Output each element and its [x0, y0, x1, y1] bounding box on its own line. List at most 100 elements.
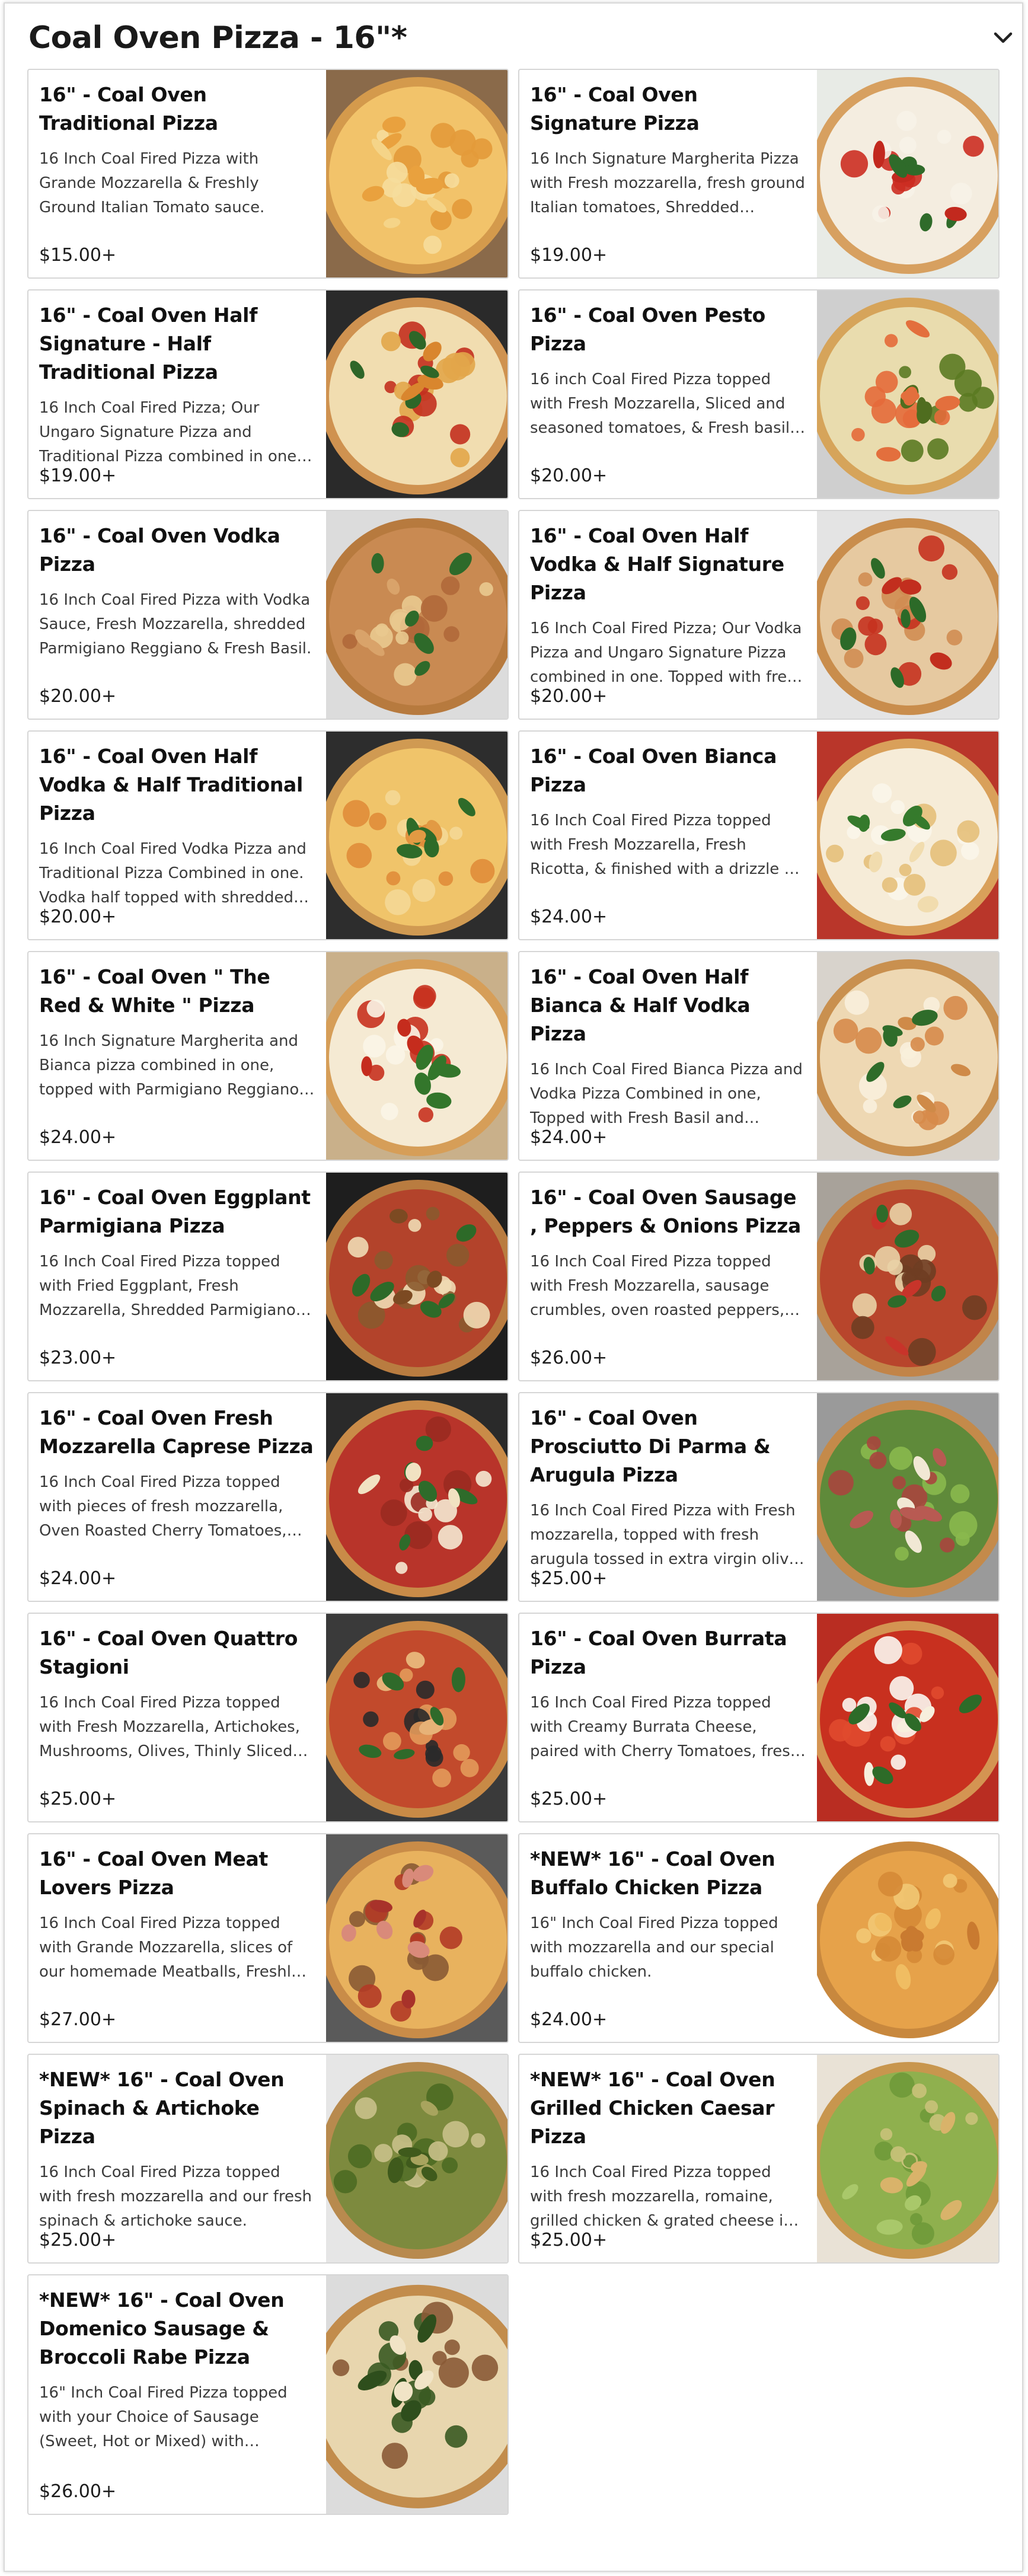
menu-item-details: 16" - Coal Oven Half Bianca & Half Vodka… [530, 963, 806, 1149]
menu-item-card[interactable]: 16" - Coal Oven Quattro Stagioni 16 Inch … [27, 1613, 509, 1822]
menu-item-description: 16 Inch Coal Fired Pizza topped with Fre… [530, 1253, 785, 1319]
pizza-image [326, 291, 507, 498]
menu-item-description: 16 Inch Coal Fired Pizza topped with Cre… [530, 1694, 800, 1760]
menu-item-details: 16" - Coal Oven Meat Lovers Pizza 16 Inch… [39, 1845, 315, 2031]
menu-item-card[interactable]: 16" - Coal Oven Half Vodka & Half Signat… [518, 510, 1000, 720]
menu-item-photo [817, 1834, 998, 2042]
menu-item-price: $25.00+ [39, 2230, 117, 2251]
collapse-button[interactable] [985, 20, 1021, 56]
menu-item-photo [817, 1614, 998, 1821]
menu-item-price: $24.00+ [530, 906, 608, 927]
menu-item-photo [817, 511, 998, 719]
section-title: Coal Oven Pizza - 16"* [28, 20, 407, 56]
menu-item-details: 16" - Coal Oven Signature Pizza 16 Inch S… [530, 81, 806, 267]
menu-item-card[interactable]: 16" - Coal Oven Pesto Pizza 16 inch Coal … [518, 289, 1000, 499]
pizza-image [326, 732, 507, 939]
section-header[interactable]: Coal Oven Pizza - 16"* [28, 14, 1013, 62]
menu-item-price: $24.00+ [39, 1127, 117, 1148]
pizza-image [817, 732, 998, 939]
menu-item-card[interactable]: 16" - Coal Oven Signature Pizza 16 Inch S… [518, 69, 1000, 279]
menu-item-details: 16" - Coal Oven Eggplant Parmigiana Pizz… [39, 1183, 315, 1370]
menu-item-photo [817, 1393, 998, 1601]
menu-item-name: 16" - Coal Oven Eggplant Parmigiana Pizz… [39, 1186, 311, 1237]
menu-item-description: 16 Inch Coal Fired Pizza; Our Ungaro Sig… [39, 399, 302, 465]
menu-item-details: 16" - Coal Oven Traditional Pizza 16 Inch… [39, 81, 315, 267]
menu-item-card[interactable]: 16" - Coal Oven Eggplant Parmigiana Pizz… [27, 1172, 509, 1381]
menu-item-price: $26.00+ [39, 2481, 117, 2502]
pizza-image [817, 2055, 998, 2262]
menu-item-name: 16" - Coal Oven Half Signature - Half Tr… [39, 304, 258, 384]
menu-item-description: 16 Inch Coal Fired Pizza topped with Fre… [39, 1694, 300, 1760]
pizza-image [326, 1834, 507, 2042]
menu-item-card[interactable]: 16" - Coal Oven Half Vodka & Half Tradit… [27, 730, 509, 940]
pizza-image [817, 511, 998, 719]
menu-item-card[interactable]: *NEW* 16" - Coal Oven Grilled Chicken Ca… [518, 2054, 1000, 2264]
menu-item-name: 16" - Coal Oven Signature Pizza [530, 83, 700, 135]
menu-item-price: $25.00+ [39, 1789, 117, 1809]
menu-item-card[interactable]: 16" - Coal Oven Sausage , Peppers & Onio… [518, 1172, 1000, 1381]
menu-item-details: 16" - Coal Oven " The Red & White " Pizz… [39, 963, 315, 1149]
menu-item-description: 16 Inch Signature Margherita Pizza with … [530, 150, 805, 216]
menu-item-details: 16" - Coal Oven Prosciutto Di Parma & Ar… [530, 1404, 806, 1590]
menu-item-name: 16" - Coal Oven Sausage , Peppers & Onio… [530, 1186, 802, 1237]
menu-item-card[interactable]: *NEW* 16" - Coal Oven Domenico Sausage &… [27, 2274, 509, 2515]
menu-item-name: 16" - Coal Oven Meat Lovers Pizza [39, 1847, 268, 1899]
menu-item-price: $20.00+ [39, 686, 117, 707]
menu-item-description: 16 Inch Coal Fired Pizza topped with Gra… [39, 1914, 301, 1981]
menu-item-details: 16" - Coal Oven Half Signature - Half Tr… [39, 301, 315, 487]
menu-item-photo [326, 1614, 507, 1821]
menu-item-details: 16" - Coal Oven Vodka Pizza 16 Inch Coal … [39, 522, 315, 708]
menu-item-details: 16" - Coal Oven Pesto Pizza 16 inch Coal … [530, 301, 806, 487]
menu-item-photo [326, 1393, 507, 1601]
menu-item-description: 16 Inch Coal Fired Vodka Pizza and Tradi… [39, 840, 307, 906]
menu-item-description: 16 Inch Coal Fired Pizza; Our Vodka Pizz… [530, 620, 805, 686]
menu-item-name: 16" - Coal Oven Fresh Mozzarella Caprese… [39, 1406, 314, 1458]
pizza-image [326, 2275, 507, 2514]
menu-item-photo [817, 70, 998, 277]
menu-item-name: *NEW* 16" - Coal Oven Grilled Chicken Ca… [530, 2068, 775, 2148]
menu-item-grid: 16" - Coal Oven Traditional Pizza 16 Inch… [27, 69, 1000, 2515]
menu-item-card[interactable]: 16" - Coal Oven Traditional Pizza 16 Inch… [27, 69, 509, 279]
menu-item-photo [817, 291, 998, 498]
pizza-image [817, 1614, 998, 1821]
menu-item-description: 16 inch Coal Fired Pizza topped with Fre… [530, 371, 790, 437]
menu-item-card[interactable]: 16" - Coal Oven Meat Lovers Pizza 16 Inch… [27, 1833, 509, 2043]
menu-item-description: 16 Inch Coal Fired Pizza with Grande Moz… [39, 150, 265, 216]
menu-item-description: 16 Inch Coal Fired Pizza topped with fre… [39, 2163, 312, 2230]
pizza-image [326, 1173, 507, 1380]
menu-item-photo [326, 70, 507, 277]
menu-item-details: 16" - Coal Oven Bianca Pizza 16 Inch Coal… [530, 742, 806, 928]
menu-item-description: 16 Inch Coal Fired Bianca Pizza and Vodk… [530, 1061, 803, 1127]
menu-item-details: 16" - Coal Oven Half Vodka & Half Tradit… [39, 742, 315, 928]
menu-item-description: 16 Inch Coal Fired Pizza with Fresh mozz… [530, 1502, 799, 1568]
menu-item-price: $25.00+ [530, 2230, 608, 2251]
menu-item-details: *NEW* 16" - Coal Oven Spinach & Artichok… [39, 2066, 315, 2252]
menu-item-price: $23.00+ [39, 1348, 117, 1368]
menu-item-card[interactable]: 16" - Coal Oven " The Red & White " Pizz… [27, 951, 509, 1161]
menu-item-card[interactable]: 16" - Coal Oven Vodka Pizza 16 Inch Coal … [27, 510, 509, 720]
menu-item-photo [326, 2055, 507, 2262]
menu-item-description: 16" Inch Coal Fired Pizza topped with mo… [530, 1914, 778, 1981]
pizza-image [326, 2055, 507, 2262]
menu-item-name: 16" - Coal Oven Burrata Pizza [530, 1627, 787, 1678]
menu-item-details: 16" - Coal Oven Sausage , Peppers & Onio… [530, 1183, 806, 1370]
pizza-image [817, 1393, 998, 1601]
menu-item-name: 16" - Coal Oven Traditional Pizza [39, 83, 218, 135]
menu-item-card[interactable]: 16" - Coal Oven Half Bianca & Half Vodka… [518, 951, 1000, 1161]
menu-item-description: 16" Inch Coal Fired Pizza topped with yo… [39, 2384, 288, 2450]
menu-item-card[interactable]: 16" - Coal Oven Bianca Pizza 16 Inch Coal… [518, 730, 1000, 940]
menu-item-details: 16" - Coal Oven Fresh Mozzarella Caprese… [39, 1404, 315, 1590]
menu-item-card[interactable]: 16" - Coal Oven Prosciutto Di Parma & Ar… [518, 1392, 1000, 1602]
menu-item-price: $24.00+ [39, 1568, 117, 1589]
menu-item-card[interactable]: 16" - Coal Oven Fresh Mozzarella Caprese… [27, 1392, 509, 1602]
menu-item-card[interactable]: *NEW* 16" - Coal Oven Buffalo Chicken Pi… [518, 1833, 1000, 2043]
menu-item-card[interactable]: 16" - Coal Oven Burrata Pizza 16 Inch Coa… [518, 1613, 1000, 1822]
menu-item-card[interactable]: *NEW* 16" - Coal Oven Spinach & Artichok… [27, 2054, 509, 2264]
menu-item-name: 16" - Coal Oven Half Vodka & Half Tradit… [39, 745, 304, 825]
menu-item-price: $26.00+ [530, 1348, 608, 1368]
menu-item-card[interactable]: 16" - Coal Oven Half Signature - Half Tr… [27, 289, 509, 499]
menu-item-photo [817, 2055, 998, 2262]
menu-item-name: 16" - Coal Oven Pesto Pizza [530, 304, 766, 355]
menu-item-photo [817, 952, 998, 1160]
pizza-image [817, 70, 998, 277]
